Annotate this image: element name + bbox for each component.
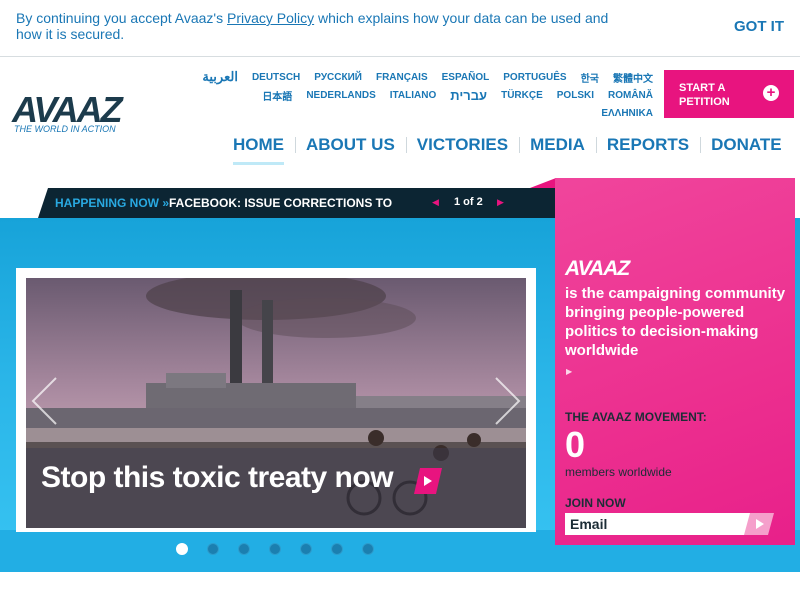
ticker-next-icon[interactable]: ▶ [497,197,504,208]
happening-now-headline[interactable]: FACEBOOK: ISSUE CORRECTIONS TO [169,196,392,210]
language-greek[interactable]: ΕΛΛΗΝΙΚΑ [594,108,660,119]
happening-now-ticker[interactable]: HAPPENING NOW » FACEBOOK: ISSUE CORRECTI… [38,188,556,218]
nav-about-us[interactable]: ABOUT US [295,130,406,162]
slide-dot-5[interactable] [300,543,312,555]
got-it-button[interactable]: GOT IT [734,18,784,35]
petition-label-line-2: PETITION [679,96,730,108]
nav-media[interactable]: MEDIA [519,130,596,162]
petition-label: START A PETITION [679,81,730,109]
language-nederlands[interactable]: NEDERLANDS [299,90,382,101]
avaaz-logo[interactable]: AVAAZ THE WORLD IN ACTION [12,92,134,136]
slide-dot-6[interactable] [331,543,343,555]
language-row-3: ΕΛΛΗΝΙΚΑ [186,104,660,122]
member-count-label: members worldwide [565,465,672,479]
language-espanol[interactable]: ESPAÑOL [435,72,497,83]
cookie-text-before: By continuing you accept Avaaz's [16,10,227,26]
cookie-text: By continuing you accept Avaaz's Privacy… [16,10,626,42]
slide-next-arrow-icon[interactable] [494,376,522,426]
nav-home[interactable]: HOME [222,130,295,165]
logo-tagline: THE WORLD IN ACTION [14,124,116,134]
language-deutsch[interactable]: DEUTSCH [245,72,307,83]
language-polski[interactable]: POLSKI [550,90,601,101]
slide-dot-7[interactable] [362,543,374,555]
panel-logo: AVAAZ [565,257,630,280]
language-arabic[interactable]: العربية [195,69,245,85]
email-field[interactable] [565,513,751,535]
language-italiano[interactable]: ITALIANO [383,90,443,101]
slide-dot-2[interactable] [207,543,219,555]
language-hebrew[interactable]: עברית [443,88,494,103]
cookie-banner: By continuing you accept Avaaz's Privacy… [0,0,800,57]
logo-wordmark: AVAAZ [12,89,123,130]
ticker-prev-icon[interactable]: ◀ [432,197,439,208]
language-korean[interactable]: 한국 [574,70,606,85]
movement-label: THE AVAAZ MOVEMENT: [565,410,707,424]
slide-dot-3[interactable] [238,543,250,555]
nav-reports[interactable]: REPORTS [595,130,700,162]
language-row-2: 日本語 NEDERLANDS ITALIANO עברית TÜRKÇE POL… [186,86,660,104]
privacy-policy-link[interactable]: Privacy Policy [227,10,314,26]
avaaz-intro-panel [555,178,795,545]
panel-corner-tab [530,178,556,188]
petition-label-line-1: START A [679,82,726,94]
slide-prev-arrow-icon[interactable] [30,376,58,426]
slide-dot-1[interactable] [176,543,188,555]
language-selector: العربية DEUTSCH РУССКИЙ FRANÇAIS ESPAÑOL… [186,68,660,122]
language-turkce[interactable]: TÜRKÇE [494,90,550,101]
slide-dots [176,543,374,555]
plus-icon: + [763,85,779,101]
nav-victories[interactable]: VICTORIES [405,130,519,162]
language-russian[interactable]: РУССКИЙ [307,72,369,83]
ticker-counter: 1 of 2 [454,196,483,208]
language-chinese[interactable]: 繁體中文 [606,70,660,85]
join-now-label: JOIN NOW [565,496,626,510]
slide-dot-4[interactable] [269,543,281,555]
language-japanese[interactable]: 日本語 [255,88,299,103]
member-count: 0 [565,424,586,465]
nav-donate[interactable]: DONATE [700,130,793,162]
language-romana[interactable]: ROMÂNĂ [601,90,660,101]
panel-description: is the campaigning community bringing pe… [565,285,786,359]
language-portugues[interactable]: PORTUGUÊS [496,72,573,83]
main-nav: HOME ABOUT US VICTORIES MEDIA REPORTS DO… [222,130,793,165]
panel-more-arrow-icon[interactable]: ▶ [566,367,572,376]
start-petition-button[interactable]: START A PETITION + [664,70,794,118]
language-row-1: العربية DEUTSCH РУССКИЙ FRANÇAIS ESPAÑOL… [186,68,660,86]
happening-now-label: HAPPENING NOW » [55,196,170,210]
language-francais[interactable]: FRANÇAIS [369,72,435,83]
slide-caption[interactable]: Stop this toxic treaty now [41,461,394,495]
